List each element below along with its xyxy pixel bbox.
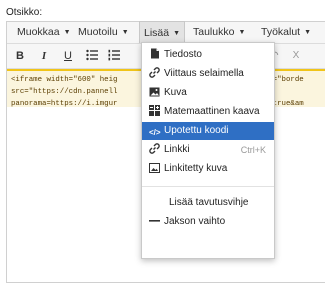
italic-button[interactable]: I	[35, 47, 53, 65]
clear-format-button[interactable]: X	[287, 47, 305, 65]
menu-item-link[interactable]: Linkki Ctrl+K	[142, 141, 274, 159]
menu-item-image[interactable]: Kuva	[142, 84, 274, 102]
menu-item-label: Upotettu koodi	[164, 125, 229, 136]
file-icon	[149, 48, 160, 59]
chevron-down-icon: ▼	[238, 29, 246, 36]
menu-format-label: Muotoilu	[78, 26, 118, 38]
field-label: Otsikko:	[6, 7, 43, 18]
menu-table-label: Taulukko	[193, 26, 235, 38]
code-icon: </>	[149, 128, 161, 137]
menu-tools-label: Työkalut	[261, 26, 301, 38]
horizontal-rule-icon	[149, 215, 160, 226]
menu-insert-label: Lisää	[144, 27, 170, 39]
menu-item-label: Tiedosto	[164, 49, 202, 60]
menu-edit[interactable]: Muokkaa ▼	[13, 22, 75, 43]
editor-menubar: Muokkaa ▼ Muotoilu ▼ Lisää ▼ Taulukko ▼ Työk…	[7, 21, 325, 44]
chevron-down-icon: ▼	[173, 30, 181, 37]
menu-table[interactable]: Taulukko ▼	[189, 22, 249, 43]
numbered-list-button[interactable]	[105, 47, 123, 65]
menu-item-label: Linkki	[164, 144, 190, 155]
chevron-down-icon: ▼	[121, 29, 129, 36]
insert-dropdown-menu: Tiedosto Viittaus selaimella Kuva Matema…	[141, 42, 275, 259]
menu-item-label: Viittaus selaimella	[164, 68, 244, 79]
link-icon	[149, 143, 160, 154]
menu-edit-label: Muokkaa	[17, 26, 60, 38]
menu-tools[interactable]: Työkalut ▼	[257, 22, 315, 43]
menu-item-browse-reference[interactable]: Viittaus selaimella	[142, 65, 274, 83]
menu-item-label: Kuva	[164, 87, 187, 98]
linked-image-icon	[149, 162, 160, 173]
underline-button[interactable]: U	[59, 47, 77, 65]
menu-insert[interactable]: Lisää ▼	[139, 21, 186, 43]
menu-item-embedded-code[interactable]: </> Upotettu koodi	[142, 122, 274, 140]
menu-item-linked-image[interactable]: Linkitetty kuva	[142, 160, 274, 178]
chevron-down-icon: ▼	[304, 29, 312, 36]
link-icon	[149, 67, 160, 78]
menu-item-math-formula[interactable]: Matemaattinen kaava	[142, 103, 274, 121]
bold-button[interactable]: B	[11, 47, 29, 65]
menu-format[interactable]: Muotoilu ▼	[74, 22, 133, 43]
menu-separator	[142, 186, 274, 187]
formula-icon	[149, 105, 160, 116]
image-icon	[149, 86, 160, 97]
menu-item-label: Lisää tavutusvihje	[169, 197, 249, 208]
chevron-down-icon: ▼	[63, 29, 71, 36]
numbered-list-icon	[108, 49, 120, 61]
menu-item-label: Matemaattinen kaava	[164, 106, 260, 117]
bullet-list-button[interactable]	[83, 47, 101, 65]
menu-item-label: Jakson vaihto	[164, 216, 226, 227]
bullet-list-icon	[86, 49, 98, 61]
menu-item-file[interactable]: Tiedosto	[142, 46, 274, 64]
menu-item-section-break[interactable]: Jakson vaihto	[142, 213, 274, 231]
menu-item-label: Linkitetty kuva	[164, 163, 228, 174]
menu-item-hyphenation-hint[interactable]: Lisää tavutusvihje	[142, 194, 274, 212]
shortcut-hint: Ctrl+K	[240, 145, 266, 155]
